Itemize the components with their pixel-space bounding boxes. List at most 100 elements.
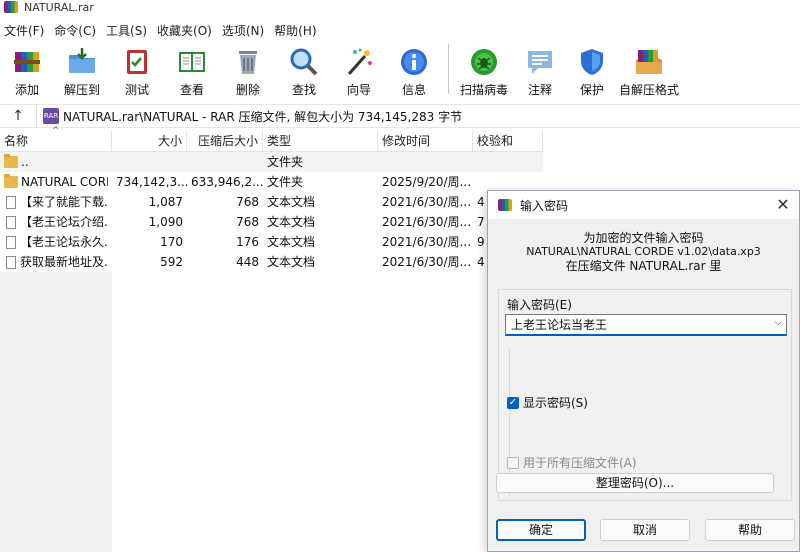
sort-ascending-icon: ^ [52, 126, 60, 136]
row-size: 734,142,3... [116, 175, 187, 189]
help-button[interactable]: 帮助 [705, 519, 795, 541]
path-box[interactable]: RAR NATURAL.rar\NATURAL - RAR 压缩文件, 解包大小… [36, 105, 800, 127]
dialog-buttons: 确定 取消 帮助 [488, 519, 800, 543]
table-row[interactable]: 获取最新地址及... 592 448 文本文档 2021/6/30/周... 4 [0, 252, 543, 272]
row-modified [378, 152, 473, 172]
sfx-icon [632, 44, 666, 79]
menu-tools[interactable]: 工具(S) [102, 22, 153, 39]
row-size: 1,087 [148, 195, 183, 209]
view-icon [175, 44, 209, 79]
row-packed: 768 [236, 195, 259, 209]
text-document-icon [6, 215, 16, 229]
menu-favorites[interactable]: 收藏夹(O) [153, 22, 218, 39]
column-modified[interactable]: 修改时间 [378, 130, 473, 152]
row-modified: 2021/6/30/周... [382, 215, 472, 229]
password-value: 上老王论坛当老王 [511, 318, 608, 332]
test-label: 测试 [124, 83, 149, 97]
row-modified: 2021/6/30/周... [382, 235, 472, 249]
table-row[interactable]: .. 文件夹 [0, 152, 543, 172]
virus-scan-icon [467, 44, 501, 79]
table-row[interactable]: 【老王论坛永久... 170 176 文本文档 2021/6/30/周... 9 [0, 232, 543, 252]
path-text: NATURAL.rar\NATURAL - RAR 压缩文件, 解包大小为 73… [63, 109, 463, 124]
test-icon [120, 44, 154, 79]
organize-passwords-button[interactable]: 整理密码(O)... [496, 473, 774, 493]
menu-options[interactable]: 选项(N) [218, 22, 270, 39]
extract-to-button[interactable]: 解压到 [54, 40, 110, 98]
delete-button[interactable]: 删除 [220, 40, 276, 98]
info-button[interactable]: 信息 [386, 40, 442, 98]
toolbar-separator [448, 44, 449, 94]
row-type: 文件夹 [267, 175, 304, 189]
window-titlebar: NATURAL.rar [0, 0, 800, 14]
folder-up-icon [4, 154, 18, 168]
up-arrow-icon[interactable]: ↑ [0, 105, 36, 127]
row-size: 592 [160, 255, 183, 269]
test-button[interactable]: 测试 [110, 40, 164, 98]
empty-checkbox-icon [507, 456, 519, 469]
comment-button[interactable]: 注释 [513, 40, 567, 98]
protect-button[interactable]: 保护 [567, 40, 617, 98]
add-archive-icon [10, 44, 44, 79]
row-name: .. [21, 155, 29, 169]
ok-button[interactable]: 确定 [496, 519, 586, 541]
find-icon [287, 44, 321, 79]
column-type[interactable]: 类型 [263, 130, 378, 152]
row-packed: 633,946,2... [191, 175, 263, 189]
cancel-button[interactable]: 取消 [600, 519, 690, 541]
row-type: 文本文档 [267, 255, 316, 269]
delete-label: 删除 [235, 83, 260, 97]
table-row[interactable]: 【来了就能下载... 1,087 768 文本文档 2021/6/30/周...… [0, 192, 543, 212]
row-name: 【老王论坛介绍... [20, 215, 108, 229]
view-button[interactable]: 查看 [164, 40, 220, 98]
wizard-label: 向导 [346, 83, 371, 97]
protect-label: 保护 [579, 83, 604, 97]
virus-scan-button[interactable]: 扫描病毒 [455, 40, 513, 98]
add-button[interactable]: 添加 [0, 40, 54, 98]
wizard-button[interactable]: 向导 [332, 40, 386, 98]
sfx-button[interactable]: 自解压格式 [617, 40, 681, 98]
comment-label: 注释 [527, 83, 552, 97]
column-size[interactable]: 大小 [112, 130, 187, 152]
table-row[interactable]: NATURAL CORDE v1.02 734,142,3... 633,946… [0, 172, 543, 192]
delete-icon [231, 44, 265, 79]
menu-help[interactable]: 帮助(H) [270, 22, 322, 39]
row-modified: 2021/6/30/周... [382, 195, 472, 209]
winrar-app-icon [4, 1, 18, 13]
close-icon[interactable]: ✕ [773, 195, 793, 215]
text-document-icon [6, 235, 16, 249]
checkmark-icon: ✓ [507, 396, 519, 409]
row-size: 1,090 [148, 215, 183, 229]
password-panel: 输入密码(E) 上老王论坛当老王 ⌵ ✓ 显示密码(S) 用于所有压缩文件(A) [498, 289, 792, 501]
row-packed: 176 [236, 235, 259, 249]
toolbar: 添加 解压到 测试 查看 删除 查找 向导 信息 扫描病毒 注释 保护 自解压格… [0, 40, 800, 100]
table-row[interactable]: 【老王论坛介绍... 1,090 768 文本文档 2021/6/30/周...… [0, 212, 543, 232]
text-document-icon [6, 255, 16, 269]
info-label: 信息 [401, 83, 426, 97]
row-type: 文本文档 [267, 235, 316, 249]
column-crc[interactable]: 校验和 [473, 130, 543, 152]
menu-commands[interactable]: 命令(C) [50, 22, 102, 39]
row-type: 文本文档 [267, 195, 316, 209]
menu-file[interactable]: 文件(F) [0, 22, 50, 39]
password-label: 输入密码(E) [507, 298, 572, 312]
show-password-checkbox[interactable]: ✓ 显示密码(S) [507, 394, 588, 411]
dialog-info: 为加密的文件输入密码 NATURAL\NATURAL CORDE v1.02\d… [488, 231, 799, 273]
extract-to-icon [65, 44, 99, 79]
sfx-label: 自解压格式 [618, 83, 679, 97]
row-crc [473, 152, 543, 172]
row-modified: 2025/9/20/周... [382, 175, 472, 189]
row-type: 文件夹 [267, 155, 304, 169]
virus-scan-label: 扫描病毒 [459, 83, 508, 97]
column-packed[interactable]: 压缩后大小 [187, 130, 263, 152]
show-password-label: 显示密码(S) [523, 396, 588, 410]
chevron-down-icon[interactable]: ⌵ [774, 317, 782, 328]
find-button[interactable]: 查找 [276, 40, 332, 98]
password-input[interactable]: 上老王论坛当老王 ⌵ [505, 314, 787, 336]
info-icon [397, 44, 431, 79]
dialog-title: 输入密码 [520, 198, 569, 213]
use-for-all-checkbox[interactable]: 用于所有压缩文件(A) [507, 454, 637, 471]
row-size [112, 152, 187, 172]
row-packed: 768 [236, 215, 259, 229]
view-label: 查看 [179, 83, 204, 97]
row-type: 文本文档 [267, 215, 316, 229]
